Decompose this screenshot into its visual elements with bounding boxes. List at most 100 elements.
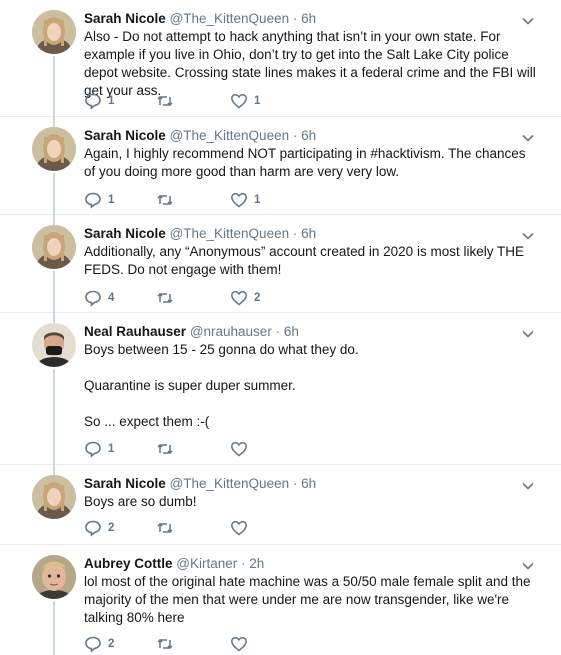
reply-count: 1 [108, 194, 115, 206]
chevron-down-icon[interactable] [521, 229, 535, 243]
tweet[interactable]: Sarah Nicole @The_KittenQueen · 6h Addit… [0, 215, 561, 313]
heart-icon [231, 636, 247, 652]
reply-icon [85, 636, 101, 653]
reply-count: 4 [108, 292, 115, 304]
tweet-text: Boys between 15 - 25 gonna do what they … [84, 341, 537, 431]
heart-icon [231, 520, 247, 536]
retweet-button[interactable] [156, 519, 180, 537]
like-count: 1 [254, 95, 261, 107]
tweet[interactable]: Aubrey Cottle @Kirtaner · 2h lol most of… [0, 545, 561, 655]
heart-icon [231, 290, 247, 306]
tweet-text: lol most of the original hate machine wa… [84, 573, 537, 627]
tweet-text: Boys are so dumb! [84, 493, 537, 511]
retweet-button[interactable] [156, 92, 180, 110]
reply-count: 2 [108, 638, 115, 650]
reply-button[interactable]: 1 [84, 440, 114, 458]
chevron-down-icon[interactable] [521, 131, 535, 145]
reply-button[interactable]: 1 [84, 92, 114, 110]
tweet-paragraph: lol most of the original hate machine wa… [84, 574, 531, 625]
tweet-text: Also - Do not attempt to hack anything t… [84, 28, 537, 100]
tweet-text: Additionally, any “Anonymous” account cr… [84, 243, 537, 279]
like-button[interactable] [230, 635, 254, 653]
retweet-button[interactable] [156, 440, 180, 458]
like-button[interactable]: 1 [230, 191, 260, 209]
reply-count: 1 [108, 443, 115, 455]
timestamp[interactable]: 2h [249, 556, 264, 571]
like-button[interactable] [230, 440, 254, 458]
user-handle[interactable]: @The_KittenQueen [170, 128, 290, 143]
user-handle[interactable]: @The_KittenQueen [170, 476, 290, 491]
tweet-paragraph: So ... expect them :-( [84, 414, 210, 429]
tweet-paragraph: Boys between 15 - 25 gonna do what they … [84, 342, 359, 357]
timestamp[interactable]: 6h [301, 476, 316, 491]
reply-button[interactable]: 2 [84, 519, 114, 537]
chevron-down-icon[interactable] [521, 327, 535, 341]
display-name[interactable]: Sarah Nicole [84, 476, 166, 491]
display-name[interactable]: Aubrey Cottle [84, 556, 173, 571]
reply-button[interactable]: 2 [84, 635, 114, 653]
thread-line [53, 117, 55, 127]
thread-line [53, 56, 55, 117]
display-name[interactable]: Sarah Nicole [84, 128, 166, 143]
chevron-down-icon[interactable] [521, 479, 535, 493]
user-handle[interactable]: @Kirtaner [176, 556, 237, 571]
retweet-button[interactable] [156, 289, 180, 307]
reply-button[interactable]: 1 [84, 191, 114, 209]
chevron-down-icon[interactable] [521, 14, 535, 28]
tweet[interactable]: Sarah Nicole @The_KittenQueen · 6h Boys … [0, 465, 561, 545]
reply-button[interactable]: 4 [84, 289, 114, 307]
thread-line [53, 271, 55, 313]
separator-dot: · [275, 324, 281, 339]
separator-dot: · [292, 128, 298, 143]
tweet[interactable]: Sarah Nicole @The_KittenQueen · 6h Again… [0, 117, 561, 215]
reply-icon [85, 192, 101, 209]
tweet-paragraph: Additionally, any “Anonymous” account cr… [84, 244, 524, 277]
avatar[interactable] [32, 225, 76, 269]
timestamp[interactable]: 6h [301, 226, 316, 241]
heart-icon [231, 192, 247, 208]
timestamp[interactable]: 6h [284, 324, 299, 339]
retweet-button[interactable] [156, 635, 180, 653]
display-name[interactable]: Sarah Nicole [84, 226, 166, 241]
avatar[interactable] [32, 127, 76, 171]
reply-icon [85, 93, 101, 110]
tweet-text: Again, I highly recommend NOT participat… [84, 145, 537, 181]
avatar[interactable] [32, 475, 76, 519]
retweet-icon [157, 443, 173, 455]
retweet-icon [157, 292, 173, 304]
tweet-paragraph: Quarantine is super duper summer. [84, 378, 296, 393]
avatar[interactable] [32, 555, 76, 599]
thread-line [53, 173, 55, 215]
reply-icon [85, 290, 101, 307]
separator-dot: · [292, 11, 298, 26]
display-name[interactable]: Neal Rauhauser [84, 324, 186, 339]
retweet-icon [157, 638, 173, 650]
avatar[interactable] [32, 323, 76, 367]
user-handle[interactable]: @The_KittenQueen [170, 11, 290, 26]
user-handle[interactable]: @The_KittenQueen [170, 226, 290, 241]
display-name[interactable]: Sarah Nicole [84, 11, 166, 26]
reply-count: 1 [108, 95, 115, 107]
timestamp[interactable]: 6h [301, 11, 316, 26]
like-button[interactable] [230, 519, 254, 537]
retweet-button[interactable] [156, 191, 180, 209]
tweet[interactable]: Neal Rauhauser @nrauhauser · 6h Boys bet… [0, 313, 561, 465]
thread-line [53, 465, 55, 475]
like-button[interactable]: 2 [230, 289, 260, 307]
separator-dot: · [241, 556, 246, 571]
user-handle[interactable]: @nrauhauser [190, 324, 272, 339]
like-count: 2 [254, 292, 261, 304]
like-button[interactable]: 1 [230, 92, 260, 110]
tweet[interactable]: Sarah Nicole @The_KittenQueen · 6h Also … [0, 0, 561, 117]
chevron-down-icon[interactable] [521, 559, 535, 573]
timestamp[interactable]: 6h [301, 128, 316, 143]
tweet-paragraph: Again, I highly recommend NOT participat… [84, 146, 526, 179]
reply-count: 2 [108, 522, 115, 534]
avatar[interactable] [32, 10, 76, 54]
thread-line [53, 601, 55, 655]
thread-line [53, 313, 55, 323]
hashtag-link[interactable]: #hacktivism [370, 146, 441, 161]
thread-line [53, 215, 55, 225]
tweet-paragraph: Also - Do not attempt to hack anything t… [84, 29, 536, 98]
retweet-icon [157, 522, 173, 534]
